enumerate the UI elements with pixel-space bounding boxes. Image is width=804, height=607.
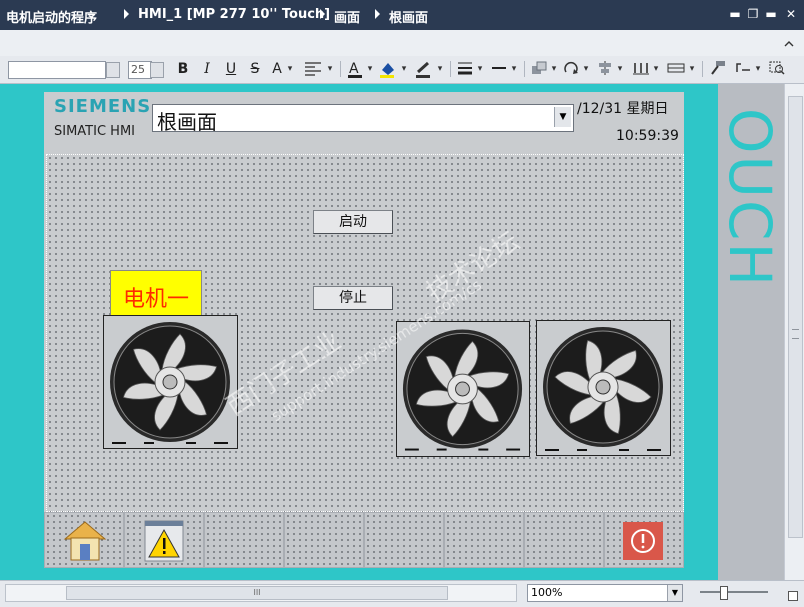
chevron-down-icon[interactable]: ▾ <box>326 60 334 78</box>
distribute-icon[interactable] <box>632 60 650 78</box>
status-bar: III 100% ▼ <box>0 580 804 607</box>
function-key-f3[interactable] <box>204 512 284 568</box>
chevron-down-icon[interactable]: ▾ <box>476 60 484 78</box>
rotate-icon[interactable] <box>562 60 580 78</box>
start-button[interactable]: 启动 <box>313 210 393 234</box>
breadcrumb-folder[interactable]: 画面 <box>334 7 360 26</box>
breadcrumb-separator-icon <box>124 9 129 19</box>
chevron-down-icon[interactable]: ▾ <box>400 60 408 78</box>
zoom-slider[interactable] <box>700 586 768 600</box>
hmi-work-area[interactable]: 电机一 启动 停止 <box>46 154 684 512</box>
function-key-alarm[interactable] <box>124 512 204 568</box>
align-left-icon[interactable] <box>302 60 324 78</box>
chevron-down-icon[interactable]: ▾ <box>688 60 696 78</box>
function-key-bar <box>44 512 684 568</box>
bring-to-front-icon[interactable] <box>530 60 548 78</box>
line-width-icon[interactable] <box>456 60 474 78</box>
vertical-scroll-thumb[interactable] <box>788 96 803 538</box>
zoom-selection-icon[interactable] <box>768 60 786 78</box>
fan-icon <box>104 316 237 448</box>
alarm-warning-icon <box>144 520 184 562</box>
screen-selector-value: 根画面 <box>157 110 217 134</box>
format-painter-icon[interactable] <box>708 60 728 78</box>
fill-color-icon[interactable] <box>378 60 398 78</box>
zoom-value: 100% <box>531 586 563 599</box>
stop-button[interactable]: 停止 <box>313 286 393 310</box>
zoom-slider-knob[interactable] <box>720 586 728 600</box>
date-field: /12/31 星期日 <box>577 101 669 117</box>
close-icon[interactable]: ✕ <box>784 7 798 21</box>
breadcrumb-separator-icon <box>375 9 380 19</box>
chevron-down-icon[interactable]: ▼ <box>667 585 682 601</box>
time-field: 10:59:39 <box>616 128 679 144</box>
tab-strip <box>0 30 804 57</box>
float-icon[interactable]: ▬ <box>764 7 778 21</box>
hmi-header: SIEMENS SIMATIC HMI 根画面 ▼ /12/31 星期日 10:… <box>44 92 684 148</box>
horizontal-scrollbar[interactable]: III <box>5 584 517 602</box>
function-key-exit[interactable] <box>604 512 684 568</box>
chevron-down-icon[interactable]: ▾ <box>616 60 624 78</box>
fan-graphic[interactable] <box>103 315 238 449</box>
line-color-icon[interactable] <box>414 60 434 78</box>
product-name: SIMATIC HMI <box>54 124 135 139</box>
function-key-home[interactable] <box>44 512 124 568</box>
align-objects-icon[interactable] <box>596 60 614 78</box>
chevron-up-icon[interactable] <box>784 34 794 47</box>
function-key-f5[interactable] <box>364 512 444 568</box>
screen-selector[interactable]: 根画面 ▼ <box>152 104 574 134</box>
fan-icon <box>397 322 529 456</box>
chevron-down-icon[interactable]: ▼ <box>554 107 571 127</box>
chevron-down-icon[interactable]: ▾ <box>754 60 762 78</box>
chevron-down-icon[interactable]: ▾ <box>436 60 444 78</box>
zoom-select[interactable]: 100% ▼ <box>527 584 683 602</box>
hmi-screen: SIEMENS SIMATIC HMI 根画面 ▼ /12/31 星期日 10:… <box>44 92 684 568</box>
breadcrumb-device[interactable]: HMI_1 [MP 277 10'' Touch] <box>138 7 330 22</box>
device-bezel-label: OUCH <box>718 107 784 284</box>
home-icon <box>63 521 107 561</box>
format-toolbar: 25 B I U S A ▾ ▾ A ▾ ▾ ▾ ▾ ▾ ▾ ▾ ▾ ▾ ▾ ▾ <box>0 56 804 84</box>
chevron-down-icon[interactable]: ▾ <box>582 60 590 78</box>
same-size-icon[interactable] <box>666 60 686 78</box>
chevron-down-icon[interactable]: ▾ <box>550 60 558 78</box>
function-key-f7[interactable] <box>524 512 604 568</box>
fan-icon <box>537 321 670 455</box>
strikethrough-button[interactable]: S <box>248 60 262 78</box>
italic-button[interactable]: I <box>200 60 214 78</box>
grid-snap-icon[interactable] <box>734 60 752 78</box>
bold-button[interactable]: B <box>176 60 190 78</box>
font-size-field[interactable]: 25 <box>128 61 152 79</box>
svg-text:A: A <box>349 61 359 77</box>
function-key-f6[interactable] <box>444 512 524 568</box>
vertical-scrollbar[interactable] <box>784 84 804 580</box>
font-name-field[interactable] <box>8 61 106 79</box>
fit-view-icon[interactable] <box>788 586 798 601</box>
chevron-down-icon[interactable]: ▾ <box>366 60 374 78</box>
editor-titlebar: 电机启动的程序 HMI_1 [MP 277 10'' Touch] 画面 根画面… <box>0 0 804 30</box>
font-size-dropdown-icon[interactable] <box>150 62 164 78</box>
minimize-icon[interactable]: ▬ <box>728 7 742 21</box>
function-key-f4[interactable] <box>284 512 364 568</box>
chevron-down-icon[interactable]: ▾ <box>510 60 518 78</box>
chevron-down-icon[interactable]: ▾ <box>286 60 294 78</box>
line-style-icon[interactable] <box>490 60 508 78</box>
underline-button[interactable]: U <box>224 60 238 78</box>
breadcrumb-project[interactable]: 电机启动的程序 <box>6 7 97 26</box>
fan-graphic[interactable] <box>396 321 530 457</box>
horizontal-scroll-thumb[interactable]: III <box>66 586 448 600</box>
fan-graphic[interactable] <box>536 320 671 456</box>
chevron-down-icon[interactable]: ▾ <box>652 60 660 78</box>
font-size-increase-button[interactable]: A <box>270 60 284 78</box>
siemens-logo: SIEMENS <box>54 96 152 117</box>
maximize-icon[interactable]: ❐ <box>746 7 760 21</box>
breadcrumb-screen[interactable]: 根画面 <box>389 7 428 26</box>
power-icon <box>623 522 663 560</box>
breadcrumb-separator-icon <box>320 9 325 19</box>
font-list-icon[interactable] <box>106 62 120 78</box>
font-color-icon[interactable]: A <box>346 60 364 78</box>
